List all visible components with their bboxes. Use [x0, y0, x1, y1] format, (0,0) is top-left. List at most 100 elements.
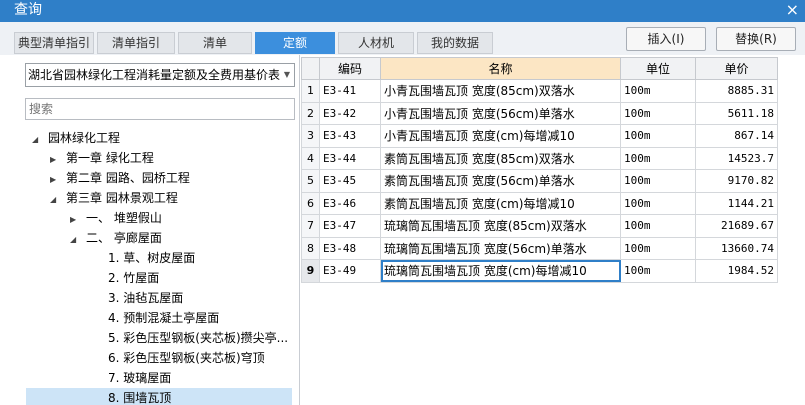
expanded-triangle-icon: ◢ — [32, 135, 39, 144]
cell-name[interactable]: 琉璃筒瓦围墙瓦顶 宽度(56cm)单落水 — [380, 236, 621, 260]
tree-leaf-3[interactable]: 3. 油毡瓦屋面 — [108, 288, 183, 308]
row-index: 2 — [301, 101, 320, 125]
header-name[interactable]: 名称 — [380, 57, 621, 80]
cell-unit[interactable]: 100m — [620, 124, 696, 148]
table-row-selected[interactable]: 9 E3-49 琉璃筒瓦围墙瓦顶 宽度(cm)每增减10 100m 1984.5… — [301, 259, 778, 283]
tree-node-label: 二、 亭廊屋面 — [86, 231, 162, 245]
collapsed-triangle-icon: ▶ — [50, 155, 57, 164]
tab-list[interactable]: 清单 — [178, 32, 252, 54]
row-index: 3 — [301, 124, 320, 148]
replace-button[interactable]: 替换(R) — [716, 27, 796, 51]
cell-unit[interactable]: 100m — [620, 236, 696, 260]
cell-price[interactable]: 13660.74 — [695, 236, 778, 260]
row-index: 7 — [301, 214, 320, 238]
cell-unit[interactable]: 100m — [620, 146, 696, 170]
cell-name[interactable]: 素筒瓦围墙瓦顶 宽度(85cm)双落水 — [380, 146, 621, 170]
cell-code[interactable]: E3-46 — [319, 191, 381, 215]
header-code[interactable]: 编码 — [319, 57, 381, 80]
header-unit[interactable]: 单位 — [620, 57, 696, 80]
cell-price[interactable]: 5611.18 — [695, 101, 778, 125]
cell-code[interactable]: E3-45 — [319, 169, 381, 193]
cell-name[interactable]: 琉璃筒瓦围墙瓦顶 宽度(cm)每增减10 — [380, 259, 621, 283]
table-row[interactable]: 5 E3-45 素筒瓦围墙瓦顶 宽度(56cm)单落水 100m 9170.82 — [301, 169, 778, 193]
insert-button[interactable]: 插入(I) — [626, 27, 706, 51]
tab-labor-material-machine[interactable]: 人材机 — [338, 32, 414, 54]
tree-leaf-4[interactable]: 4. 预制混凝土亭屋面 — [108, 308, 219, 328]
row-index: 9 — [301, 259, 320, 283]
cell-name[interactable]: 小青瓦围墙瓦顶 宽度(56cm)单落水 — [380, 101, 621, 125]
cell-price[interactable]: 8885.31 — [695, 79, 778, 103]
search-input[interactable] — [25, 98, 295, 120]
collapsed-triangle-icon: ▶ — [70, 215, 77, 224]
cell-unit[interactable]: 100m — [620, 259, 696, 283]
row-index: 5 — [301, 169, 320, 193]
header-index — [301, 57, 320, 80]
tree-leaf-2[interactable]: 2. 竹屋面 — [108, 268, 159, 288]
expanded-triangle-icon: ◢ — [70, 235, 77, 244]
cell-price[interactable]: 21689.67 — [695, 214, 778, 238]
tab-list-guide[interactable]: 清单指引 — [97, 32, 175, 54]
header-price[interactable]: 单价 — [695, 57, 778, 80]
window-titlebar: 查询 × — [0, 0, 805, 22]
cell-name[interactable]: 小青瓦围墙瓦顶 宽度(85cm)双落水 — [380, 79, 621, 103]
tree-node-label: 第三章 园林景观工程 — [66, 191, 178, 205]
quota-table: 编码 名称 单位 单价 1 E3-41 小青瓦围墙瓦顶 宽度(85cm)双落水 … — [301, 57, 778, 283]
tree-node-root[interactable]: ◢ 园林绿化工程 — [32, 128, 120, 148]
table-row[interactable]: 2 E3-42 小青瓦围墙瓦顶 宽度(56cm)单落水 100m 5611.18 — [301, 101, 778, 125]
quota-grid: 编码 名称 单位 单价 1 E3-41 小青瓦围墙瓦顶 宽度(85cm)双落水 … — [301, 55, 805, 405]
tree-leaf-5[interactable]: 5. 彩色压型钢板(夹芯板)攒尖亭... — [108, 328, 288, 348]
tree-leaf-8-selected[interactable]: 8. 围墙瓦顶 — [26, 388, 292, 405]
cell-price[interactable]: 9170.82 — [695, 169, 778, 193]
library-select[interactable]: 湖北省园林绿化工程消耗量定额及全费用基价表 ▼ — [25, 63, 295, 87]
table-header-row: 编码 名称 单位 单价 — [301, 57, 778, 80]
cell-code[interactable]: E3-43 — [319, 124, 381, 148]
cell-code[interactable]: E3-44 — [319, 146, 381, 170]
row-index: 8 — [301, 236, 320, 260]
tree-node-chapter-1[interactable]: ▶ 第一章 绿化工程 — [50, 148, 154, 168]
cell-name[interactable]: 琉璃筒瓦围墙瓦顶 宽度(85cm)双落水 — [380, 214, 621, 238]
tab-bar: 典型清单指引 清单指引 清单 定额 人材机 我的数据 插入(I) 替换(R) — [0, 22, 805, 55]
row-index: 6 — [301, 191, 320, 215]
tab-quota[interactable]: 定额 — [255, 32, 335, 54]
tree-node-chapter-3[interactable]: ◢ 第三章 园林景观工程 — [50, 188, 178, 208]
cell-unit[interactable]: 100m — [620, 191, 696, 215]
collapsed-triangle-icon: ▶ — [50, 175, 57, 184]
cell-unit[interactable]: 100m — [620, 169, 696, 193]
cell-code[interactable]: E3-48 — [319, 236, 381, 260]
tree-leaf-7[interactable]: 7. 玻璃屋面 — [108, 368, 171, 388]
cell-code[interactable]: E3-47 — [319, 214, 381, 238]
close-icon[interactable]: × — [786, 1, 799, 19]
tab-my-data[interactable]: 我的数据 — [417, 32, 493, 54]
cell-code[interactable]: E3-42 — [319, 101, 381, 125]
table-row[interactable]: 3 E3-43 小青瓦围墙瓦顶 宽度(cm)每增减10 100m 867.14 — [301, 124, 778, 148]
cell-name[interactable]: 小青瓦围墙瓦顶 宽度(cm)每增减10 — [380, 124, 621, 148]
left-panel: 湖北省园林绿化工程消耗量定额及全费用基价表 ▼ ◢ 园林绿化工程 ▶ 第一章 绿化工… — [0, 55, 300, 405]
tree-leaf-1[interactable]: 1. 草、树皮屋面 — [108, 248, 195, 268]
cell-code[interactable]: E3-41 — [319, 79, 381, 103]
cell-code[interactable]: E3-49 — [319, 259, 381, 283]
tree-node-section-1[interactable]: ▶ 一、 堆塑假山 — [70, 208, 162, 228]
window-title: 查询 — [14, 2, 42, 18]
table-row[interactable]: 8 E3-48 琉璃筒瓦围墙瓦顶 宽度(56cm)单落水 100m 13660.… — [301, 236, 778, 260]
cell-price[interactable]: 867.14 — [695, 124, 778, 148]
tab-typical-list-guide[interactable]: 典型清单指引 — [14, 32, 94, 54]
table-row[interactable]: 6 E3-46 素筒瓦围墙瓦顶 宽度(cm)每增减10 100m 1144.21 — [301, 191, 778, 215]
table-row[interactable]: 7 E3-47 琉璃筒瓦围墙瓦顶 宽度(85cm)双落水 100m 21689.… — [301, 214, 778, 238]
table-row[interactable]: 4 E3-44 素筒瓦围墙瓦顶 宽度(85cm)双落水 100m 14523.7 — [301, 146, 778, 170]
cell-unit[interactable]: 100m — [620, 214, 696, 238]
tree-node-chapter-2[interactable]: ▶ 第二章 园路、园桥工程 — [50, 168, 190, 188]
row-index: 4 — [301, 146, 320, 170]
tree-node-section-2[interactable]: ◢ 二、 亭廊屋面 — [70, 228, 162, 248]
cell-price[interactable]: 14523.7 — [695, 146, 778, 170]
tree-node-label: 园林绿化工程 — [48, 131, 121, 145]
cell-name[interactable]: 素筒瓦围墙瓦顶 宽度(cm)每增减10 — [380, 191, 621, 215]
tree-leaf-6[interactable]: 6. 彩色压型钢板(夹芯板)穹顶 — [108, 348, 265, 368]
cell-price[interactable]: 1144.21 — [695, 191, 778, 215]
library-select-value: 湖北省园林绿化工程消耗量定额及全费用基价表 — [28, 68, 280, 82]
cell-unit[interactable]: 100m — [620, 101, 696, 125]
cell-unit[interactable]: 100m — [620, 79, 696, 103]
cell-name[interactable]: 素筒瓦围墙瓦顶 宽度(56cm)单落水 — [380, 169, 621, 193]
cell-price[interactable]: 1984.52 — [695, 259, 778, 283]
expanded-triangle-icon: ◢ — [50, 195, 57, 204]
table-row[interactable]: 1 E3-41 小青瓦围墙瓦顶 宽度(85cm)双落水 100m 8885.31 — [301, 79, 778, 103]
